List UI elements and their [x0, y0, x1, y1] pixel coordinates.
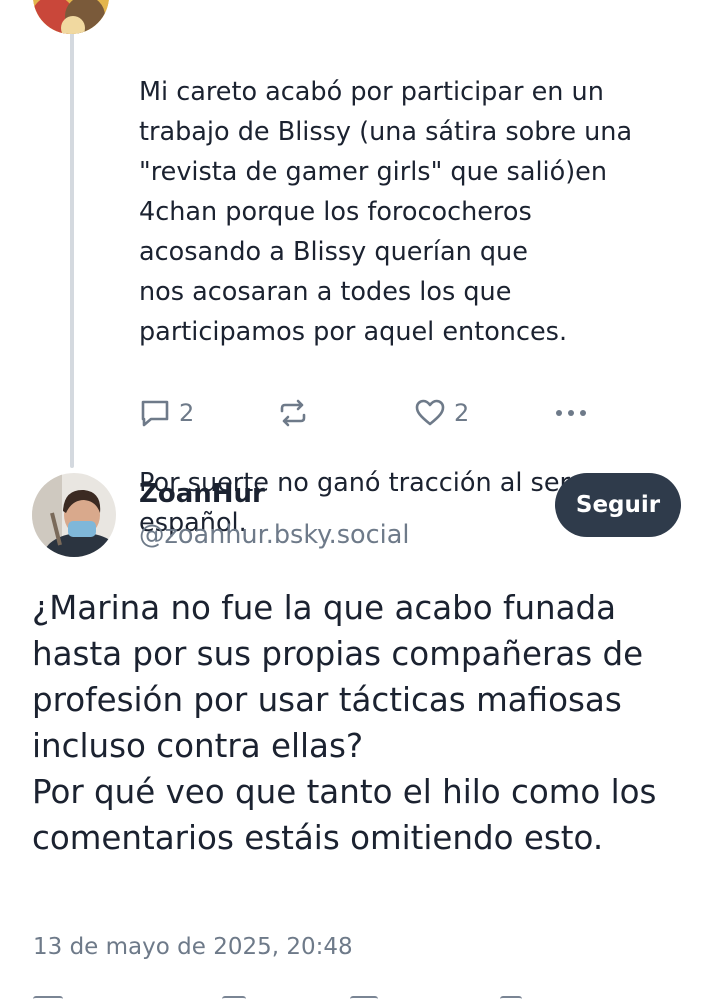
avatar-illustration	[33, 0, 109, 34]
author-avatar[interactable]	[32, 473, 116, 557]
repost-arrows-icon	[280, 399, 306, 427]
reply-paragraph: Mi careto acabó por participar en un tra…	[139, 77, 633, 347]
heart-icon	[415, 399, 445, 426]
speech-bubble-icon	[141, 400, 169, 427]
main-post-text: ¿Marina no fue la que acabo funada hasta…	[32, 585, 697, 861]
share-icon-partial[interactable]	[500, 996, 522, 1000]
more-options-button[interactable]	[553, 393, 589, 433]
author-display-name[interactable]: ZoanHur	[139, 479, 265, 509]
reply-actions-bar: 2 2	[139, 393, 599, 433]
thread-line	[70, 28, 74, 468]
main-paragraph: Por qué veo que tanto el hilo como los c…	[32, 773, 657, 857]
post-timestamp: 13 de mayo de 2025, 20:48	[33, 934, 353, 960]
reply-button[interactable]: 2	[139, 393, 194, 433]
more-dots-icon	[556, 410, 586, 416]
avatar-photo	[32, 473, 116, 557]
reply-count: 2	[179, 399, 195, 427]
author-handle[interactable]: @zoanhur.bsky.social	[139, 520, 409, 550]
like-button[interactable]: 2	[414, 393, 469, 433]
reply-icon-partial[interactable]	[33, 996, 63, 1000]
like-count: 2	[454, 399, 470, 427]
follow-button[interactable]: Seguir	[555, 473, 681, 537]
main-paragraph: ¿Marina no fue la que acabo funada hasta…	[32, 589, 644, 765]
repost-button[interactable]	[277, 393, 309, 433]
repost-icon-partial[interactable]	[222, 996, 246, 1000]
like-icon-partial[interactable]	[350, 996, 378, 1000]
previous-author-avatar[interactable]	[33, 0, 109, 34]
main-actions-bar-cutoff	[0, 990, 713, 1000]
